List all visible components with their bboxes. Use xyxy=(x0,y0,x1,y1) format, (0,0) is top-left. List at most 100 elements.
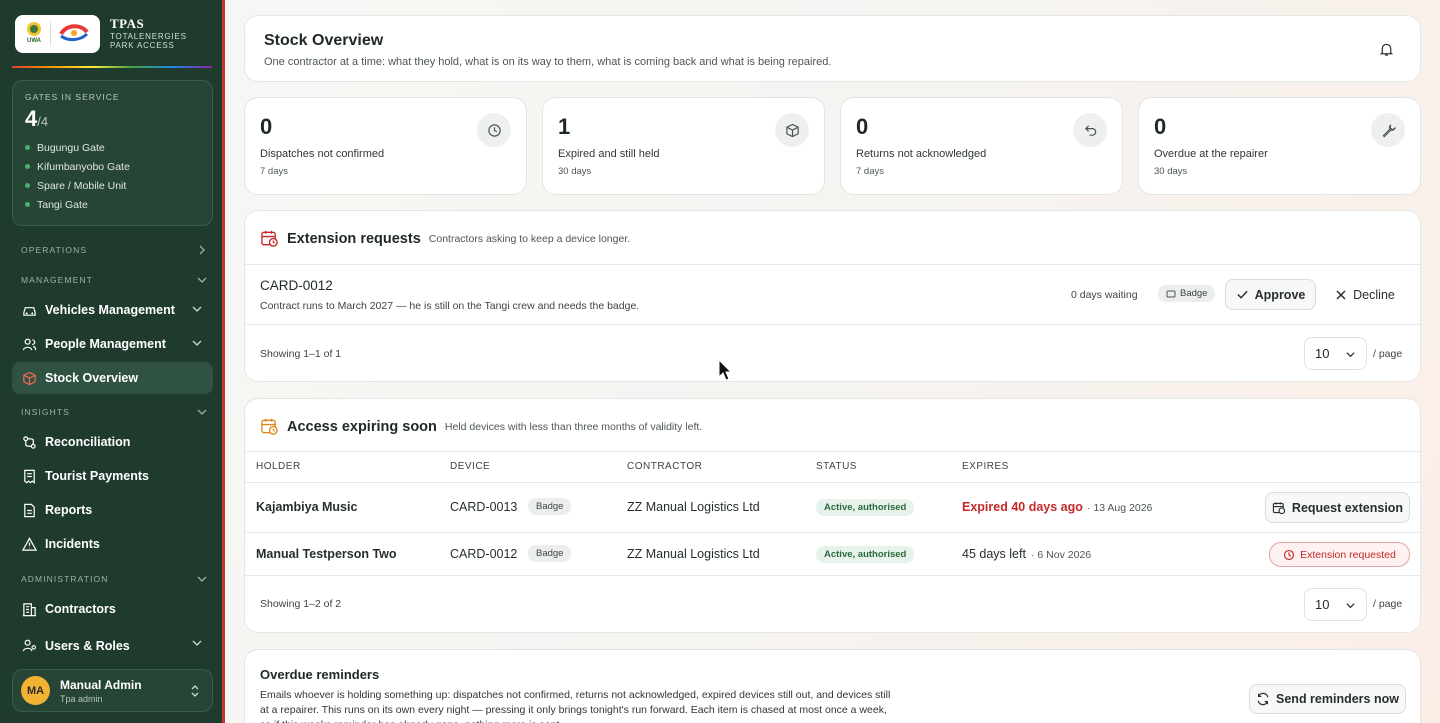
check-icon xyxy=(1237,290,1248,299)
nav-section-insights[interactable]: INSIGHTS xyxy=(21,407,207,417)
expiry-date: · 13 Aug 2026 xyxy=(1087,502,1153,514)
wrench-icon xyxy=(1371,113,1405,147)
expiry-text: 45 days left xyxy=(962,547,1026,561)
gate-label: Bugungu Gate xyxy=(37,141,105,154)
sidebar-item-reports[interactable]: Reports xyxy=(12,494,213,526)
gate-item: Spare / Mobile Unit xyxy=(25,176,200,195)
rainbow-divider xyxy=(12,66,212,68)
chevron-down-icon xyxy=(192,306,202,312)
reconcile-icon xyxy=(21,434,37,450)
sidebar-item-label: People Management xyxy=(45,337,166,351)
sidebar-item-users-roles[interactable]: Users & Roles xyxy=(12,627,213,653)
button-label: Request extension xyxy=(1291,500,1404,515)
gates-count: 4/4 xyxy=(25,106,200,132)
section-label: INSIGHTS xyxy=(21,407,70,417)
reminders-description: Emails whoever is holding something up: … xyxy=(260,689,891,723)
badge-label: Extension requested xyxy=(1300,548,1396,561)
page-subtitle: One contractor at a time: what they hold… xyxy=(264,56,832,68)
expiry-date: · 6 Nov 2026 xyxy=(1031,549,1092,561)
gate-item: Bugungu Gate xyxy=(25,138,200,157)
sidebar-item-label: Users & Roles xyxy=(45,639,130,653)
sidebar-item-label: Tourist Payments xyxy=(45,469,149,483)
user-cog-icon xyxy=(21,637,37,653)
chevron-down-icon xyxy=(197,409,207,415)
divider xyxy=(245,482,1420,483)
stat-card-repairer[interactable]: 0 Overdue at the repairer 30 days xyxy=(1138,97,1421,195)
stat-card-dispatches[interactable]: 0 Dispatches not confirmed 7 days xyxy=(244,97,527,195)
gates-panel: GATES IN SERVICE 4/4 Bugungu Gate Kifumb… xyxy=(12,80,213,226)
send-reminders-button[interactable]: Send reminders now xyxy=(1249,684,1406,714)
bell-icon[interactable] xyxy=(1379,42,1394,57)
sidebar-item-label: Contractors xyxy=(45,602,116,616)
approve-button[interactable]: Approve xyxy=(1225,279,1316,310)
button-label: Send reminders now xyxy=(1276,692,1399,706)
section-label: ADMINISTRATION xyxy=(21,574,109,584)
gates-count-value: 4 xyxy=(25,106,38,131)
sidebar-item-stock-overview[interactable]: Stock Overview xyxy=(12,362,213,394)
holder-name: Kajambiya Music xyxy=(256,500,358,514)
device-type-badge: Badge xyxy=(1158,285,1216,302)
section-title: Extension requests xyxy=(287,230,421,247)
access-expiring-header: Access expiring soon Held devices with l… xyxy=(260,417,702,436)
divider xyxy=(245,324,1420,325)
stat-label: Overdue at the repairer xyxy=(1154,148,1268,160)
chevron-down-icon xyxy=(1346,352,1355,358)
gates-list: Bugungu Gate Kifumbanyobo Gate Spare / M… xyxy=(25,138,200,214)
logo-divider xyxy=(50,22,51,46)
stat-period: 7 days xyxy=(260,166,288,177)
status-badge: Active, authorised xyxy=(816,499,915,516)
nav-section-operations[interactable]: OPERATIONS xyxy=(21,245,207,255)
stat-value: 0 xyxy=(260,114,273,139)
column-header-status: STATUS xyxy=(816,461,857,472)
section-label: OPERATIONS xyxy=(21,245,88,255)
waiting-label: 0 days waiting xyxy=(1071,289,1138,301)
sidebar-item-label: Stock Overview xyxy=(45,371,139,385)
stat-label: Dispatches not confirmed xyxy=(260,148,385,160)
user-menu[interactable]: MA Manual Admin Tpa admin xyxy=(12,669,213,712)
status-dot-icon xyxy=(25,202,30,207)
section-label: MANAGEMENT xyxy=(21,275,93,285)
user-name: Manual Admin xyxy=(60,677,142,692)
column-header-expires: EXPIRES xyxy=(962,461,1009,472)
decline-button[interactable]: Decline xyxy=(1325,279,1405,310)
per-page-label: / page xyxy=(1373,348,1403,360)
section-title: Access expiring soon xyxy=(287,418,437,435)
stat-period: 30 days xyxy=(558,166,592,177)
sidebar-item-incidents[interactable]: Incidents xyxy=(12,528,213,560)
brand-logo[interactable]: UWA xyxy=(15,15,100,53)
sidebar-item-tourist-payments[interactable]: Tourist Payments xyxy=(12,460,213,492)
nav-section-administration[interactable]: ADMINISTRATION xyxy=(21,574,207,584)
sidebar-item-reconciliation[interactable]: Reconciliation xyxy=(12,426,213,458)
totalenergies-logo-icon xyxy=(57,22,91,47)
clock-icon xyxy=(1284,549,1295,560)
device-id: CARD-0013 xyxy=(450,500,518,514)
stat-card-expired[interactable]: 1 Expired and still held 30 days xyxy=(542,97,825,195)
sidebar-item-vehicles[interactable]: Vehicles Management xyxy=(12,294,213,326)
stat-card-returns[interactable]: 0 Returns not acknowledged 7 days xyxy=(840,97,1123,195)
package-x-icon xyxy=(775,113,809,147)
nav-section-management[interactable]: MANAGEMENT xyxy=(21,275,207,285)
status-dot-icon xyxy=(25,145,30,150)
status-dot-icon xyxy=(25,183,30,188)
chevron-right-icon xyxy=(199,245,205,255)
page-size-value: 10 xyxy=(1315,346,1330,361)
brand-tagline-2: PARK ACCESS xyxy=(110,41,175,51)
pagination-info: Showing 1–2 of 2 xyxy=(260,598,342,610)
refresh-icon xyxy=(1257,692,1269,706)
extension-requested-badge: Extension requested xyxy=(1269,542,1410,567)
chevron-down-icon xyxy=(1346,603,1355,609)
page-size-select[interactable]: 10 xyxy=(1304,588,1367,621)
sidebar-item-contractors[interactable]: Contractors xyxy=(12,593,213,625)
calendar-clock-icon xyxy=(1272,501,1286,514)
request-extension-button[interactable]: Request extension xyxy=(1265,492,1410,523)
page-size-select[interactable]: 10 xyxy=(1304,337,1367,370)
device-type-badge: Badge xyxy=(528,498,572,515)
brand-text: TPAS TOTALENERGIES PARK ACCESS xyxy=(110,17,187,50)
avatar: MA xyxy=(21,676,50,705)
sidebar-item-label: Reports xyxy=(45,503,93,517)
sidebar-item-people[interactable]: People Management xyxy=(12,328,213,360)
stat-label: Returns not acknowledged xyxy=(856,148,987,160)
divider xyxy=(245,264,1420,265)
car-icon xyxy=(21,302,37,318)
sidebar: UWA TPAS TOTALENERGIES PARK ACCESS GATES… xyxy=(0,0,222,723)
